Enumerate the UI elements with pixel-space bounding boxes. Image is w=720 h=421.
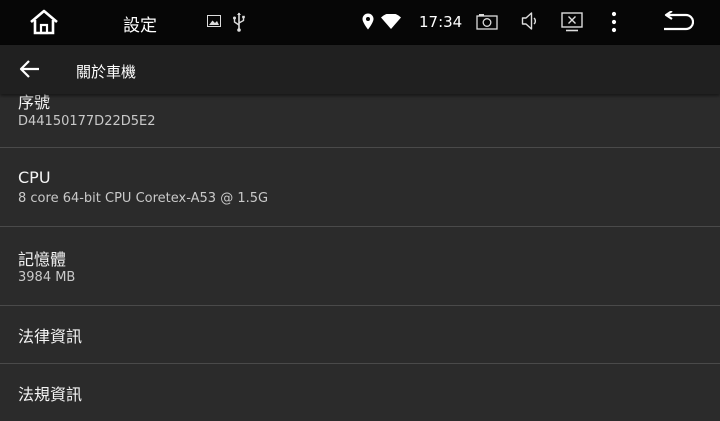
status-title: 設定: [123, 16, 157, 36]
location-icon: [362, 13, 374, 30]
list-item-title: 法律資訊: [18, 327, 83, 346]
list-item-title: 記憶體: [18, 250, 67, 269]
list-item-cpu[interactable]: CPU 8 core 64-bit CPU Coretex-A53 @ 1.5G: [0, 148, 720, 226]
screenshot-icon[interactable]: [561, 12, 583, 32]
list-item-title: CPU: [18, 168, 51, 187]
usb-icon: [233, 12, 245, 32]
list-item-memory[interactable]: 記憶體 3984 MB: [0, 227, 720, 305]
volume-icon[interactable]: [521, 11, 539, 31]
settings-list: 序號 D44150177D22D5E2 CPU 8 core 64-bit CP…: [0, 94, 720, 421]
arrow-back-icon[interactable]: [18, 58, 42, 80]
list-item-summary: D44150177D22D5E2: [18, 114, 156, 129]
app-bar: 關於車機: [0, 45, 720, 94]
more-vert-icon[interactable]: [609, 11, 619, 33]
list-item-serial[interactable]: 序號 D44150177D22D5E2: [0, 94, 720, 148]
list-item-legal-info[interactable]: 法律資訊: [0, 306, 720, 363]
status-bar: 設定 17:34: [0, 0, 720, 45]
list-item-summary: 8 core 64-bit CPU Coretex-A53 @ 1.5G: [18, 191, 269, 206]
home-icon[interactable]: [28, 8, 60, 36]
page-title: 關於車機: [76, 63, 137, 81]
status-time: 17:34: [419, 13, 463, 31]
list-item-title: 法規資訊: [18, 385, 83, 404]
wifi-icon: [381, 14, 401, 29]
list-item-summary: 3984 MB: [18, 270, 76, 285]
list-item-title: 序號: [18, 94, 51, 112]
camera-icon[interactable]: [476, 13, 498, 30]
list-item-regulatory-info[interactable]: 法規資訊: [0, 364, 720, 421]
image-icon: [207, 15, 221, 27]
back-icon[interactable]: [660, 11, 694, 33]
